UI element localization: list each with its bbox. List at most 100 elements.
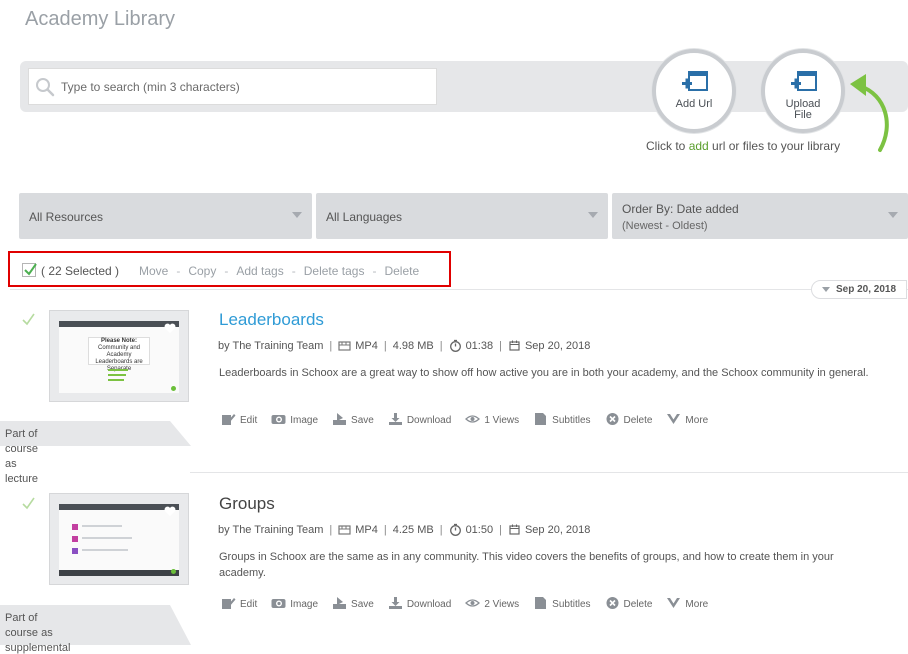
- edit-label: Edit: [240, 599, 258, 610]
- item-meta: by The Training Team | MP4 | 4.25 MB | 01:50 | S…: [218, 523, 590, 536]
- download-action[interactable]: Download: [388, 596, 451, 610]
- search-input[interactable]: [61, 69, 431, 104]
- item-title[interactable]: Leaderboards: [219, 310, 324, 330]
- pipe: |: [329, 340, 333, 352]
- date-group-label: Sep 20, 2018: [836, 284, 897, 295]
- thumb-bar-green: [108, 369, 128, 371]
- item-size: 4.25 MB: [392, 524, 434, 536]
- item-checkbox[interactable]: [22, 497, 35, 510]
- resources-filter[interactable]: All Resources: [19, 193, 312, 239]
- order-by-filter[interactable]: Order By: Date added (Newest - Oldest): [612, 193, 908, 239]
- heart-icon: [164, 323, 176, 333]
- stopwatch-icon: [449, 523, 461, 536]
- subtitles-icon: [535, 597, 547, 609]
- resources-filter-label: All Resources: [29, 210, 104, 224]
- item-duration: 01:38: [465, 340, 494, 352]
- banner-text: Part of course as lecture: [5, 427, 38, 487]
- add-hint-suffix: url or files to your library: [708, 139, 841, 153]
- film-icon: [338, 525, 351, 535]
- item-author: by The Training Team: [218, 340, 324, 352]
- download-icon: [388, 413, 402, 425]
- copy-link[interactable]: Copy: [188, 264, 216, 278]
- image-action[interactable]: Image: [271, 412, 318, 426]
- add-hint-add-word: add: [688, 139, 709, 153]
- subtitles-label: Subtitles: [552, 415, 591, 426]
- pipe: |: [439, 340, 443, 352]
- heart-icon: [164, 506, 176, 516]
- edit-icon: [222, 598, 236, 609]
- subtitles-action[interactable]: Subtitles: [533, 412, 591, 426]
- delete-label: Delete: [623, 415, 653, 426]
- more-action[interactable]: More: [666, 596, 708, 610]
- item-meta: by The Training Team | MP4 | 4.98 MB | 01:38 | S…: [218, 339, 590, 352]
- delete-link[interactable]: Delete: [384, 264, 419, 278]
- pipe: |: [439, 524, 443, 536]
- pipe: |: [383, 524, 387, 536]
- thumb-line: [82, 549, 128, 551]
- chevron-down-icon: [292, 212, 302, 218]
- edit-label: Edit: [240, 415, 258, 426]
- subtitles-label: Subtitles: [552, 599, 591, 610]
- search-icon: [36, 78, 55, 97]
- upload-label-line2: File: [794, 109, 812, 121]
- item-format: MP4: [355, 524, 378, 536]
- download-action[interactable]: Download: [388, 412, 451, 426]
- item-thumbnail[interactable]: [49, 493, 189, 585]
- save-icon: [333, 597, 347, 609]
- thumb-avatar: [72, 536, 78, 542]
- item-actions: Edit Image Save Download 2 Views Subtitles Del…: [221, 596, 722, 610]
- thumb-note: Please Note: Community and Academy Leade…: [88, 337, 150, 372]
- more-action[interactable]: More: [666, 412, 708, 426]
- delete-action[interactable]: Delete: [605, 412, 653, 426]
- thumb-avatar: [72, 548, 78, 554]
- more-label: More: [685, 415, 709, 426]
- thumb-bar-green: [108, 379, 124, 381]
- add-hint-prefix: Click to: [646, 139, 689, 153]
- save-action[interactable]: Save: [332, 596, 374, 610]
- thumb-note-heading: Please Note:: [100, 338, 137, 344]
- curved-arrow-icon: [850, 74, 889, 152]
- delete-tags-link[interactable]: Delete tags: [304, 264, 365, 278]
- banner-text: Part of course as supplemental material: [5, 611, 70, 654]
- checkmark-icon: [24, 263, 37, 276]
- order-by-sub: (Newest - Oldest): [622, 220, 708, 232]
- add-url-button[interactable]: Add Url: [652, 49, 736, 133]
- upload-file-button[interactable]: Upload File: [761, 49, 845, 133]
- item-checkbox[interactable]: [22, 313, 35, 326]
- thumb-avatar: [72, 524, 78, 530]
- move-link[interactable]: Move: [139, 264, 168, 278]
- delete-action[interactable]: Delete: [605, 596, 653, 610]
- item-date: Sep 20, 2018: [524, 340, 591, 352]
- subtitles-icon: [535, 413, 547, 425]
- add-tags-link[interactable]: Add tags: [236, 264, 283, 278]
- calendar-icon: [509, 340, 520, 351]
- languages-filter[interactable]: All Languages: [316, 193, 608, 239]
- item-actions: Edit Image Save Download 1 Views Subtitles Del…: [221, 412, 722, 426]
- image-label: Image: [290, 415, 319, 426]
- thumb-line: [82, 537, 132, 539]
- item-thumbnail[interactable]: Please Note: Community and Academy Leade…: [49, 310, 189, 402]
- search-box[interactable]: [28, 68, 437, 105]
- chevron-down-icon: [588, 212, 598, 218]
- select-all-checkbox[interactable]: [22, 263, 37, 277]
- delete-label: Delete: [623, 599, 653, 610]
- status-dot: [171, 569, 176, 574]
- edit-action[interactable]: Edit: [221, 412, 257, 426]
- separator: -: [372, 264, 377, 278]
- date-group-tag[interactable]: Sep 20, 2018: [811, 280, 907, 299]
- image-action[interactable]: Image: [271, 596, 318, 610]
- calendar-icon: [509, 524, 520, 535]
- save-action[interactable]: Save: [332, 412, 374, 426]
- pipe: |: [329, 524, 333, 536]
- edit-action[interactable]: Edit: [221, 596, 257, 610]
- save-label: Save: [351, 599, 374, 610]
- views-count: 1 Views: [465, 412, 519, 426]
- item-title[interactable]: Groups: [219, 494, 275, 514]
- separator: -: [176, 264, 181, 278]
- subtitles-action[interactable]: Subtitles: [533, 596, 591, 610]
- order-by-label: Order By: Date added: [622, 202, 739, 216]
- banner-line2: supplemental material: [5, 642, 71, 654]
- download-label: Download: [406, 599, 452, 610]
- views-label: 2 Views: [484, 599, 520, 610]
- item-description: Groups in Schoox are the same as in any …: [219, 551, 834, 579]
